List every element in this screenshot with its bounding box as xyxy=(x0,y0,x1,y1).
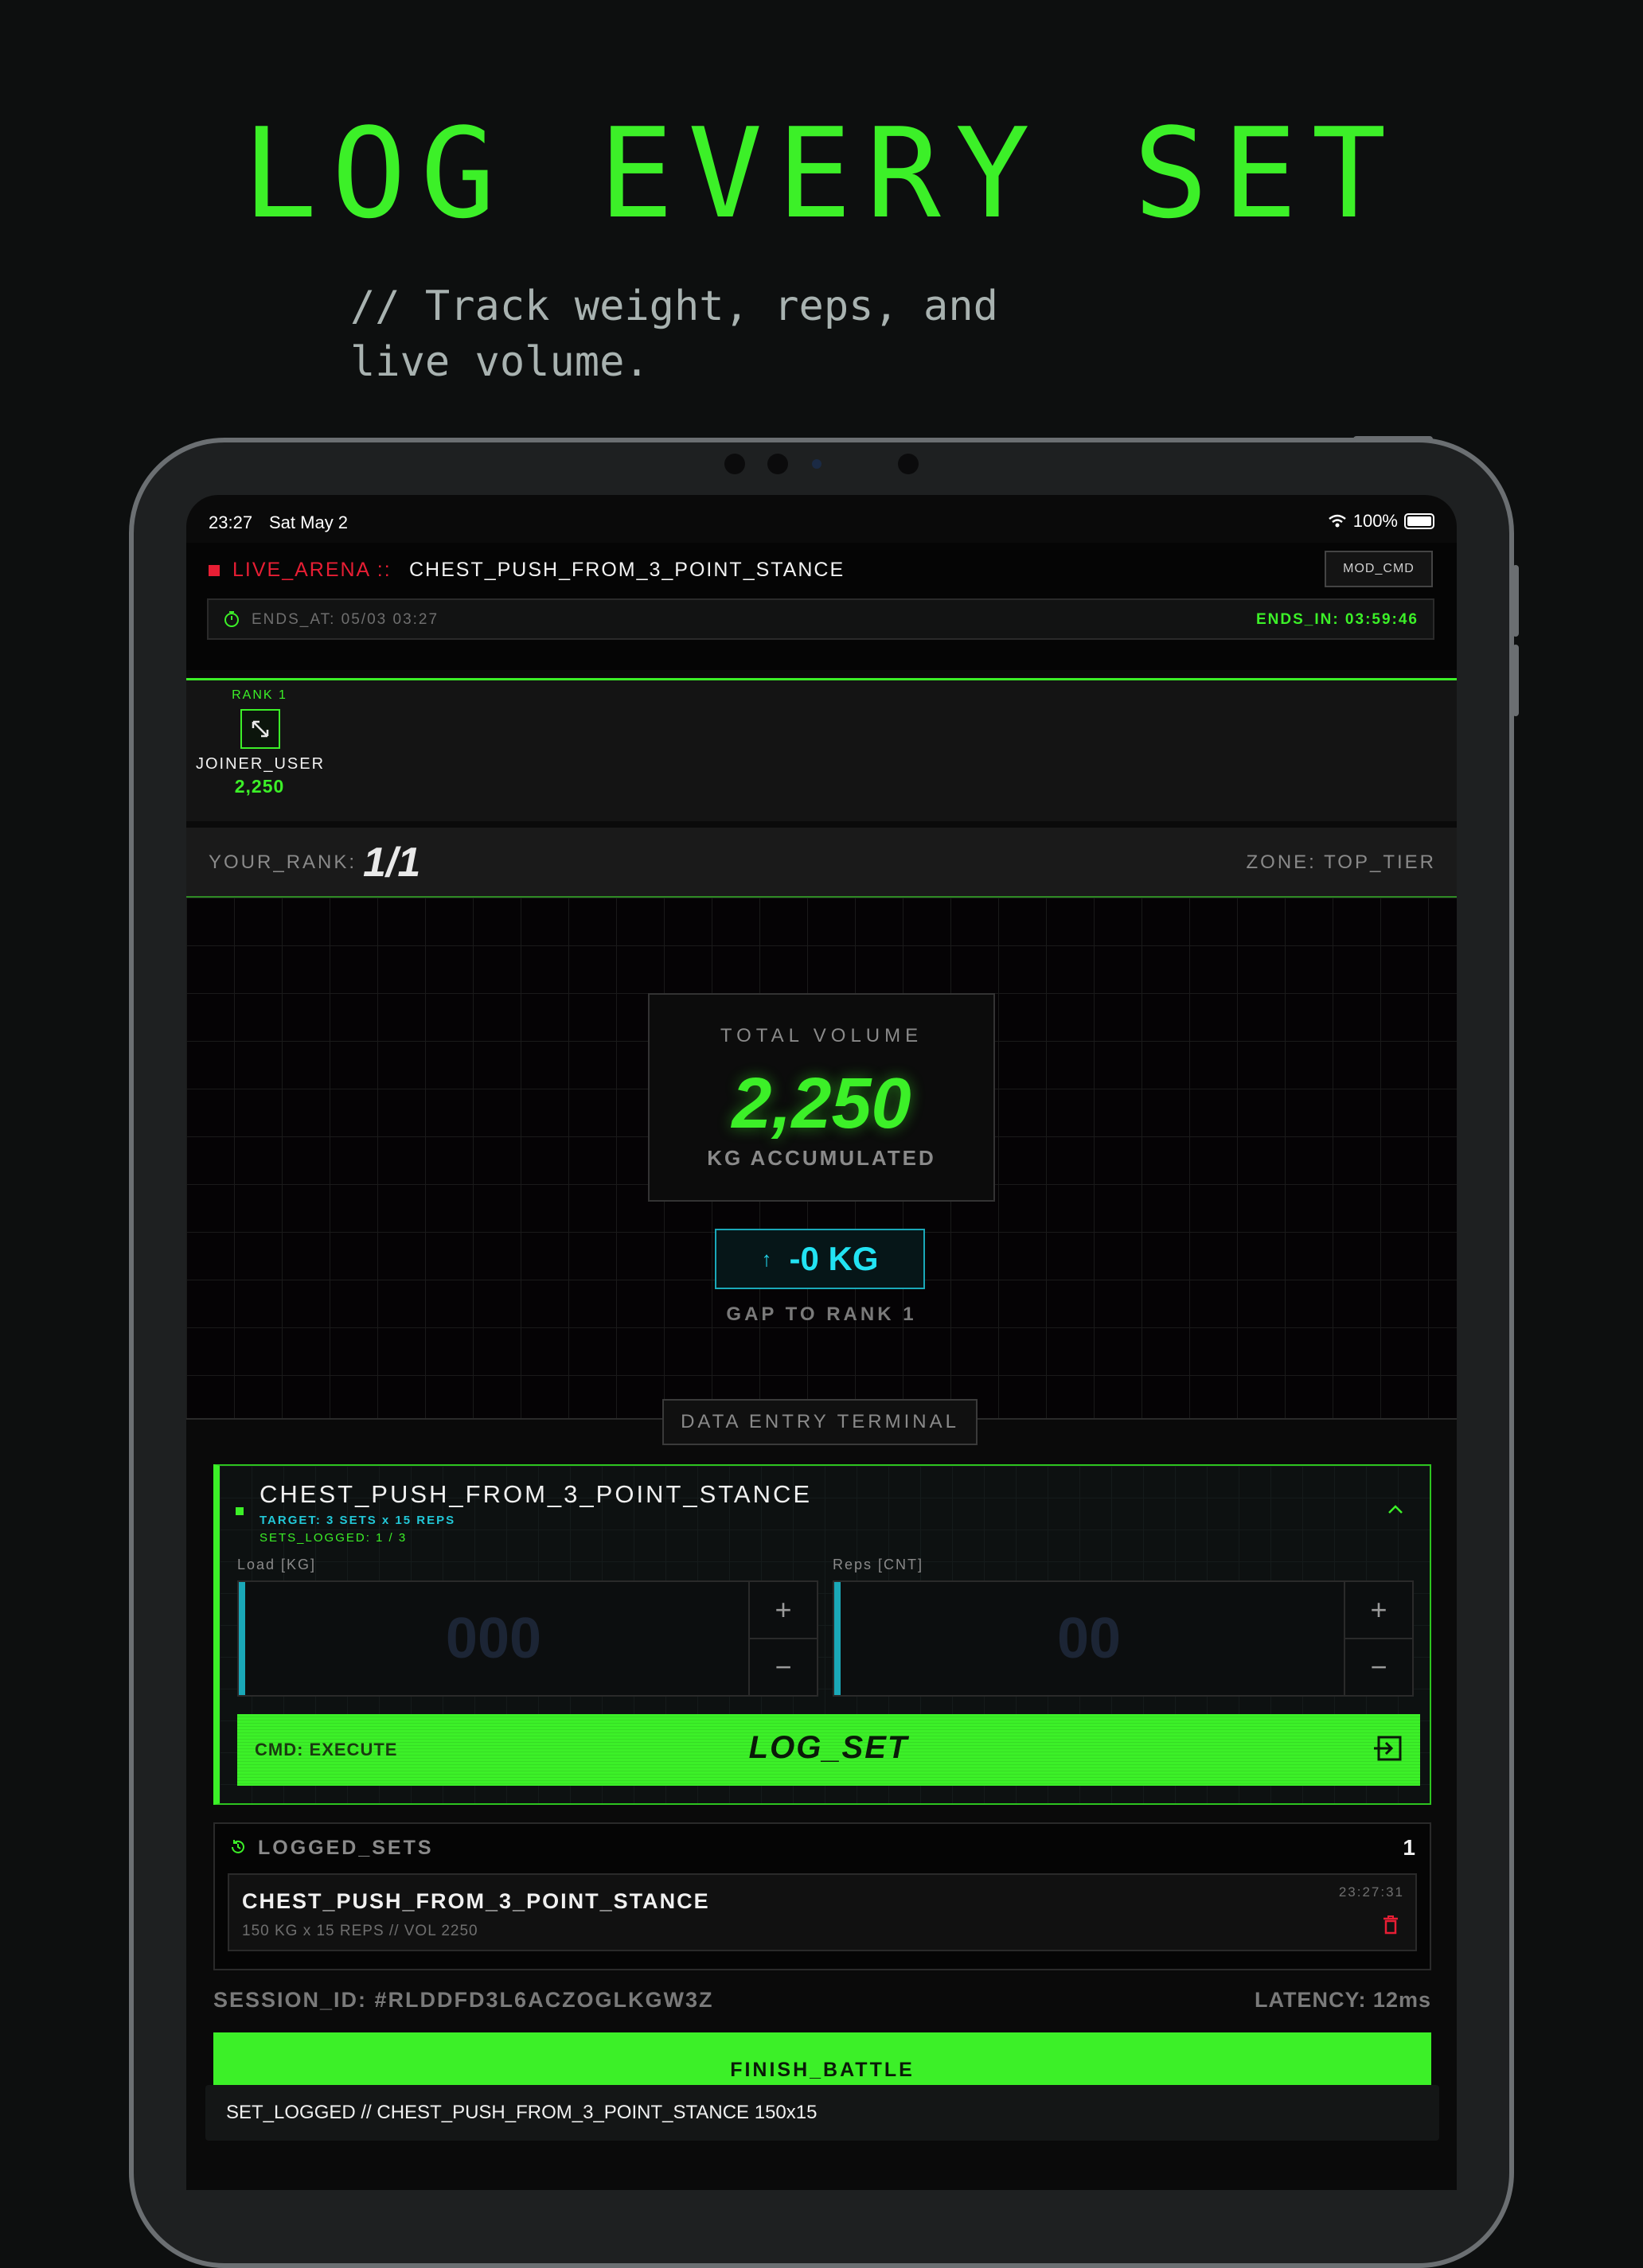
ends-at-text: ENDS_AT: 05/03 03:27 xyxy=(252,611,439,628)
chevron-up-icon[interactable] xyxy=(1387,1504,1404,1515)
total-volume-label: TOTAL VOLUME xyxy=(720,1025,923,1046)
wifi-icon xyxy=(1328,514,1346,528)
logged-sets-title: LOGGED_SETS xyxy=(258,1837,434,1859)
device-volume-down-button xyxy=(1512,645,1519,716)
leaderboard-score: 2,250 xyxy=(234,776,285,797)
app-screen: 23:27 Sat May 2 100% LIVE_ARENA :: CHEST… xyxy=(186,495,1457,2190)
marketing-subtitle: // Track weight, reps, and live volume. xyxy=(350,279,1067,390)
status-date: Sat May 2 xyxy=(269,512,349,532)
subtitle-line-2: live volume. xyxy=(350,338,650,386)
load-stepper: 000 + − xyxy=(237,1580,818,1697)
status-time: 23:27 xyxy=(209,512,253,532)
reps-increment-button[interactable]: + xyxy=(1345,1582,1412,1639)
expand-icon xyxy=(252,720,269,738)
device-top-button xyxy=(1353,436,1433,442)
load-label: Load [KG] xyxy=(237,1557,317,1572)
gap-label: GAP TO RANK 1 xyxy=(726,1304,917,1325)
reps-label: Reps [CNT] xyxy=(833,1557,924,1572)
reps-stepper-buttons: + − xyxy=(1344,1582,1412,1695)
load-input[interactable]: 000 xyxy=(245,1582,742,1695)
history-icon xyxy=(232,1840,244,1853)
reps-input[interactable]: 00 xyxy=(841,1582,1337,1695)
your-rank-value: 1/1 xyxy=(363,840,421,886)
live-label: LIVE_ARENA :: xyxy=(232,559,392,581)
timer-bar: ENDS_AT: 05/03 03:27 ENDS_IN: 03:59:46 xyxy=(207,598,1434,640)
leaderboard-strip: RANK 1 JOINER_USER 2,250 xyxy=(186,678,1457,821)
session-id: SESSION_ID: #RLDDFD3L6ACZOGLKGW3Z xyxy=(213,1988,714,2012)
load-decrement-button[interactable]: − xyxy=(750,1639,817,1695)
gap-value: -0 KG xyxy=(789,1240,879,1277)
gap-badge: ↑ -0 KG xyxy=(715,1229,925,1289)
zone-label: ZONE: TOP_TIER xyxy=(1246,851,1436,873)
load-accent xyxy=(239,1582,245,1695)
camera-dot xyxy=(724,454,745,474)
status-bar: 23:27 Sat May 2 100% xyxy=(209,506,1434,538)
reps-stepper: 00 + − xyxy=(833,1580,1414,1697)
logged-sets-panel: LOGGED_SETS 1 CHEST_PUSH_FROM_3_POINT_ST… xyxy=(213,1822,1431,1970)
exercise-title: CHEST_PUSH_FROM_3_POINT_STANCE xyxy=(260,1480,813,1508)
logged-sets-count: 1 xyxy=(1403,1835,1415,1860)
log-set-label: LOG_SET xyxy=(748,1730,909,1765)
arena-title: CHEST_PUSH_FROM_3_POINT_STANCE xyxy=(409,559,845,581)
reps-decrement-button[interactable]: − xyxy=(1345,1639,1412,1695)
leaderboard-username: JOINER_USER xyxy=(196,755,326,773)
logged-set-name: CHEST_PUSH_FROM_3_POINT_STANCE xyxy=(242,1889,710,1913)
stats-grid-area: TOTAL VOLUME 2,250 KG ACCUMULATED ↑ -0 K… xyxy=(186,898,1457,1420)
arrow-up-icon: ↑ xyxy=(761,1246,772,1271)
latency: LATENCY: 12ms xyxy=(1254,1988,1431,2012)
total-volume-unit: KG ACCUMULATED xyxy=(707,1146,936,1170)
toast-notification: SET_LOGGED // CHEST_PUSH_FROM_3_POINT_ST… xyxy=(205,2085,1439,2141)
trash-icon[interactable] xyxy=(1382,1915,1399,1935)
timer-icon xyxy=(224,611,239,627)
list-item: CHEST_PUSH_FROM_3_POINT_STANCE 150 KG x … xyxy=(228,1873,1417,1951)
rank-label: RANK 1 xyxy=(232,688,287,702)
load-increment-button[interactable]: + xyxy=(750,1582,817,1639)
your-rank-bar: YOUR_RANK: 1/1 ZONE: TOP_TIER xyxy=(186,828,1457,898)
exercise-indicator-icon xyxy=(236,1507,244,1515)
marketing-headline: LOG EVERY SET xyxy=(242,101,1401,246)
logged-set-detail: 150 KG x 15 REPS // VOL 2250 xyxy=(242,1923,478,1939)
device-volume-up-button xyxy=(1512,565,1519,637)
battery-icon xyxy=(1404,513,1434,529)
your-rank-label: YOUR_RANK: xyxy=(209,851,357,873)
submit-icon xyxy=(1374,1736,1402,1761)
ends-in-countdown: ENDS_IN: 03:59:46 xyxy=(1255,611,1419,628)
exercise-target: TARGET: 3 SETS x 15 REPS xyxy=(260,1514,456,1527)
reps-accent xyxy=(834,1582,841,1695)
logged-set-time: 23:27:31 xyxy=(1338,1884,1404,1900)
avatar xyxy=(240,709,280,749)
subtitle-line-1: // Track weight, reps, and xyxy=(350,283,998,330)
data-entry-panel: CHEST_PUSH_FROM_3_POINT_STANCE TARGET: 3… xyxy=(213,1464,1431,1805)
camera-dot xyxy=(767,454,788,474)
status-indicators: 100% xyxy=(1328,511,1434,532)
sets-logged: SETS_LOGGED: 1 / 3 xyxy=(260,1531,408,1545)
camera-lens xyxy=(812,459,822,469)
battery-percent: 100% xyxy=(1352,511,1398,531)
total-volume-card: TOTAL VOLUME 2,250 KG ACCUMULATED xyxy=(648,993,995,1202)
mod-cmd-button[interactable]: MOD_CMD xyxy=(1325,551,1433,587)
arena-header: LIVE_ARENA :: CHEST_PUSH_FROM_3_POINT_ST… xyxy=(186,543,1457,670)
load-stepper-buttons: + − xyxy=(748,1582,817,1695)
data-entry-terminal-label: DATA ENTRY TERMINAL xyxy=(662,1399,978,1445)
leaderboard-entry[interactable]: RANK 1 JOINER_USER 2,250 xyxy=(196,680,326,797)
log-set-button[interactable]: CMD: EXECUTE LOG_SET xyxy=(237,1714,1420,1786)
camera-dot xyxy=(898,454,919,474)
total-volume-value: 2,250 xyxy=(732,1064,911,1144)
live-indicator-icon xyxy=(209,565,220,576)
